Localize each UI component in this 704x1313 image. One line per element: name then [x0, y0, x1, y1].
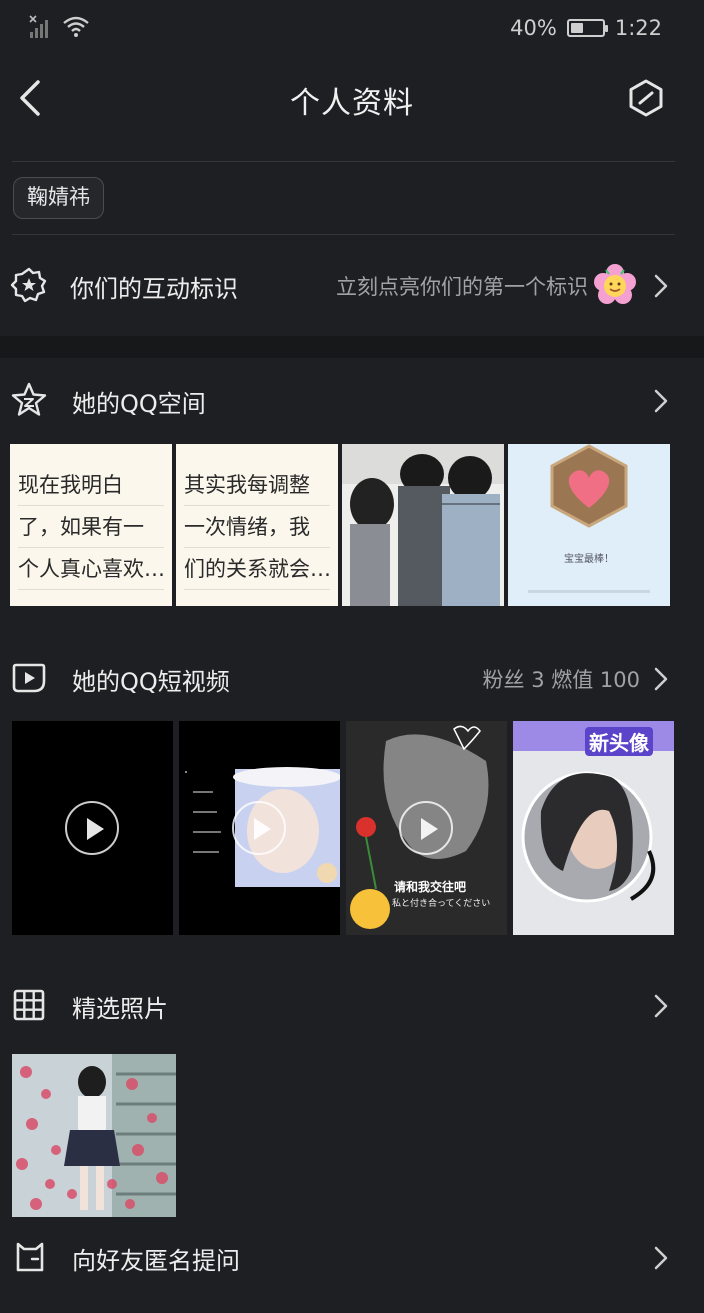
- play-icon: [232, 801, 286, 855]
- post-text-line: 现在我明白: [18, 464, 164, 506]
- short-video-label: 她的QQ短视频: [72, 668, 230, 696]
- video-thumbnail[interactable]: [12, 721, 173, 935]
- grid-icon: [13, 989, 45, 1021]
- featured-photo[interactable]: [12, 1054, 176, 1217]
- post-text-line: 其实我每调整: [184, 464, 330, 506]
- divider: [12, 161, 675, 162]
- short-video-stats: 粉丝 3 燃值 100: [482, 668, 640, 692]
- battery-icon: [566, 19, 608, 37]
- photo-image: [12, 1054, 176, 1217]
- qzone-star-icon: [11, 382, 47, 416]
- anime-couple-illustration: [342, 444, 504, 606]
- interaction-badge-row[interactable]: 你们的互动标识 立刻点亮你们的第一个标识: [0, 256, 704, 316]
- video-thumbnail[interactable]: 新头像: [513, 721, 674, 935]
- anonymous-ask-icon: [16, 1242, 44, 1272]
- video-title: 新头像: [585, 727, 653, 756]
- chevron-right-icon: [654, 1246, 668, 1270]
- wifi-icon: [63, 16, 89, 37]
- chevron-right-icon: [654, 667, 668, 691]
- anonymous-question-row[interactable]: 向好友匿名提问: [0, 1228, 704, 1288]
- post-text-line: 了，如果有一: [18, 506, 164, 548]
- play-icon: [399, 801, 453, 855]
- short-video-icon: [12, 663, 46, 693]
- qzone-label: 她的QQ空间: [72, 390, 206, 418]
- signal-icon: [29, 15, 48, 38]
- chevron-right-icon: [654, 994, 668, 1018]
- video-caption: 请和我交往吧: [394, 880, 467, 894]
- settings-icon[interactable]: [626, 78, 666, 118]
- featured-photos-row[interactable]: 精选照片: [0, 976, 704, 1036]
- page-title: 个人资料: [290, 86, 414, 121]
- profile-tag[interactable]: 鞠婧祎: [13, 177, 104, 219]
- qzone-post-image[interactable]: 宝宝最棒！: [508, 444, 670, 606]
- qzone-row[interactable]: 她的QQ空间: [0, 371, 704, 431]
- chevron-right-icon: [654, 274, 668, 298]
- video-subcaption: 私と付き合ってください: [392, 899, 491, 909]
- video-thumbnail[interactable]: 请和我交往吧 私と付き合ってください: [346, 721, 507, 935]
- section-separator: [0, 336, 704, 358]
- chevron-right-icon: [654, 389, 668, 413]
- clock: 1:22: [614, 16, 662, 40]
- badge-star-icon: [10, 267, 47, 303]
- interaction-hint: 立刻点亮你们的第一个标识: [336, 275, 588, 299]
- divider: [12, 234, 675, 235]
- interaction-label: 你们的互动标识: [70, 275, 238, 303]
- qzone-post-image[interactable]: [342, 444, 504, 606]
- post-text-line: 个人真心喜欢…: [18, 548, 164, 590]
- qzone-post-card[interactable]: 其实我每调整 一次情绪，我 们的关系就会…: [176, 444, 338, 606]
- badge-caption: 宝宝最棒！: [564, 554, 614, 565]
- short-video-row[interactable]: 她的QQ短视频 粉丝 3 燃值 100: [0, 649, 704, 709]
- status-bar: 40% 1:22: [0, 0, 704, 58]
- video-thumbnail[interactable]: [179, 721, 340, 935]
- qzone-post-card[interactable]: 现在我明白 了，如果有一 个人真心喜欢…: [10, 444, 172, 606]
- play-icon: [65, 801, 119, 855]
- featured-photos-label: 精选照片: [72, 995, 168, 1023]
- post-text-line: 一次情绪，我: [184, 506, 330, 548]
- flower-emoji-icon: [594, 264, 636, 304]
- battery-percent: 40%: [510, 16, 557, 40]
- heart-badge-illustration: [508, 444, 670, 606]
- post-text-line: 们的关系就会…: [184, 548, 330, 590]
- nav-bar: 个人资料: [0, 58, 704, 138]
- anonymous-question-label: 向好友匿名提问: [72, 1247, 240, 1275]
